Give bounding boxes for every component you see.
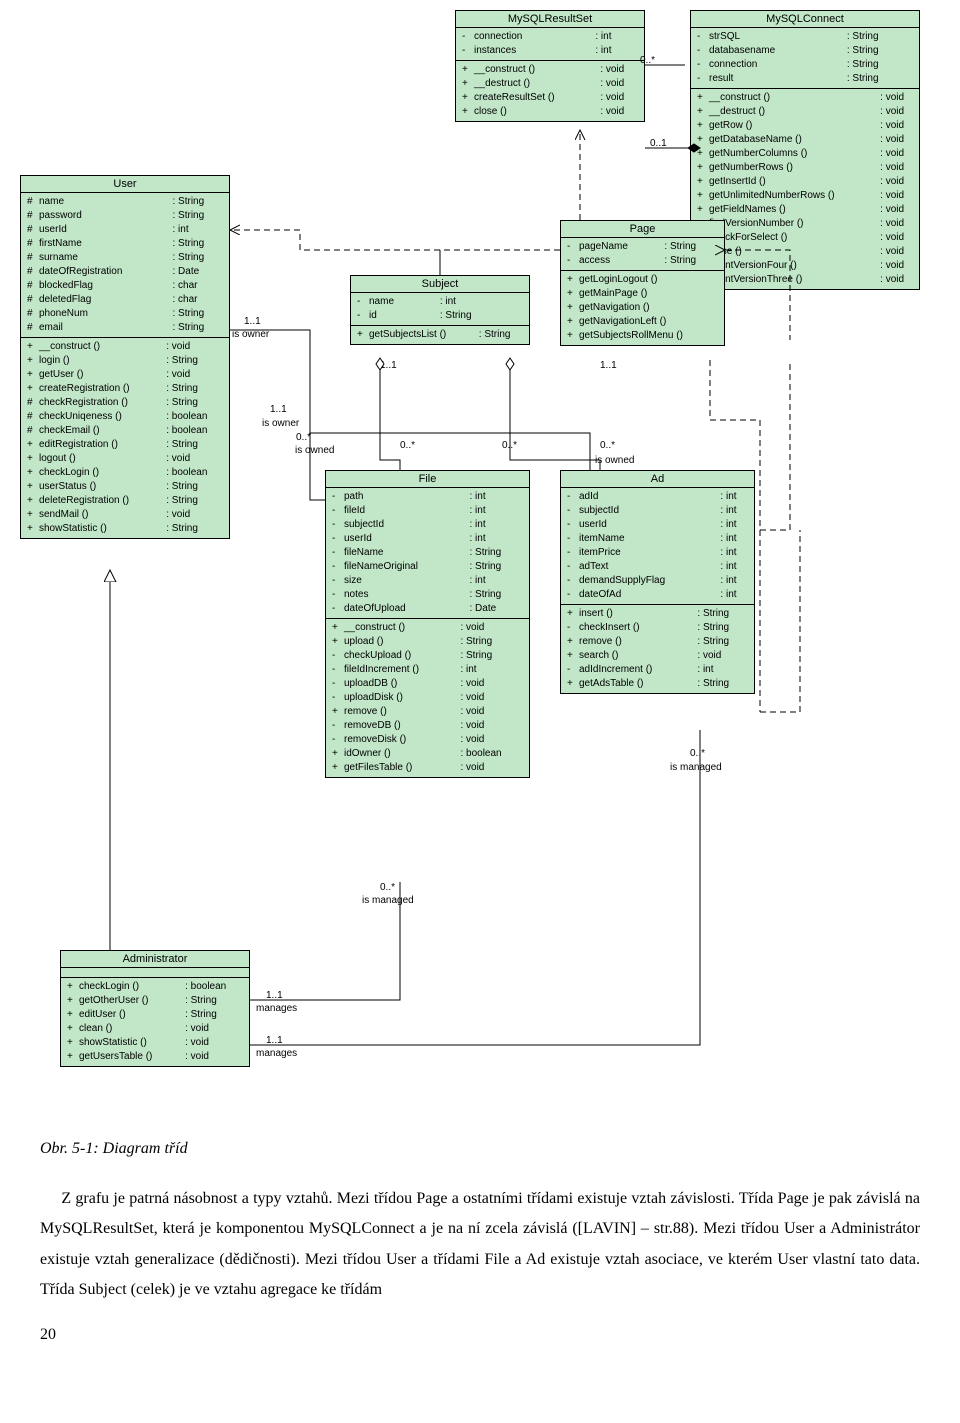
figure-caption: Obr. 5-1: Diagram tříd [0,1140,960,1174]
mult-label: 1..1 [600,360,617,371]
class-page: Page -pageName: String-access: String +g… [560,220,725,346]
class-title: MySQLConnect [691,11,919,28]
empty-attrs [61,968,249,978]
class-subject: Subject -name: int-id: String +getSubjec… [350,275,530,345]
class-title: Ad [561,471,754,488]
mult-label: 0..1 [650,138,667,149]
mult-label: 1..1 [380,360,397,371]
mult-label: 1..1 [266,990,283,1001]
class-title: Administrator [61,951,249,968]
class-title: MySQLResultSet [456,11,644,28]
mult-label: 0..* [296,432,311,443]
class-title: Page [561,221,724,238]
mult-label: 1..1 [244,316,261,327]
mult-label: 0..* [690,748,705,759]
mult-label: 1..1 [270,404,287,415]
role-label: is owned [295,445,334,456]
mult-label: 0..* [600,440,615,451]
role-label: is owner [232,329,269,340]
role-label: is owner [262,418,299,429]
role-label: is managed [362,895,414,906]
body-text-content: Z grafu je patrná násobnost a typy vztah… [40,1190,920,1298]
role-label: is owned [595,455,634,466]
attrs-section: #name: String#password: String#userId: i… [21,193,229,338]
class-title: Subject [351,276,529,293]
mult-label: 0..* [640,55,655,66]
role-label: manages [256,1003,297,1014]
class-mysqlresultset: MySQLResultSet -connection: int-instance… [455,10,645,122]
role-label: manages [256,1048,297,1059]
class-administrator: Administrator +checkLogin (): boolean+ge… [60,950,250,1067]
page-number: 20 [0,1326,960,1364]
mult-label: 0..* [380,882,395,893]
class-file: File -path: int-fileId: int-subjectId: i… [325,470,530,778]
mult-label: 0..* [502,440,517,451]
class-user: User #name: String#password: String#user… [20,175,230,539]
ops-section: +__construct (): void+login (): String+g… [21,338,229,538]
class-ad: Ad -adId: int-subjectId: int-userId: int… [560,470,755,694]
class-title: File [326,471,529,488]
class-title: User [21,176,229,193]
role-label: is managed [670,762,722,773]
mult-label: 1..1 [266,1035,283,1046]
uml-canvas: User #name: String#password: String#user… [0,0,960,1140]
body-paragraph: Z grafu je patrná násobnost a typy vztah… [0,1174,960,1326]
mult-label: 0..* [400,440,415,451]
